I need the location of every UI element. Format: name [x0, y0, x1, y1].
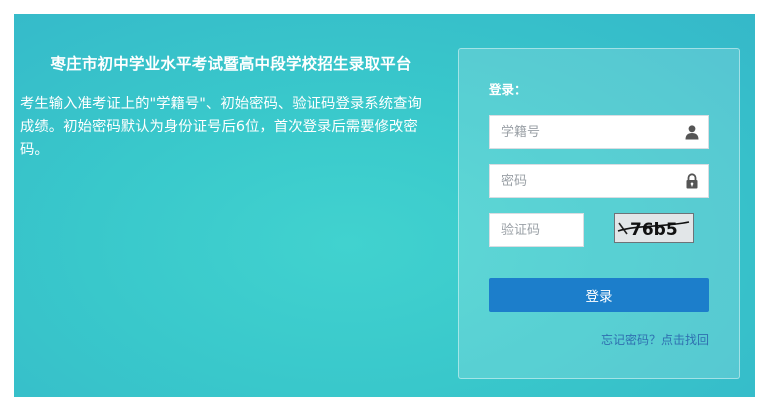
instructions-text: 考生输入准考证上的"学籍号"、初始密码、验证码登录系统查询成绩。初始密码默认为身…: [20, 96, 422, 158]
captcha-text: 76b5: [630, 220, 678, 240]
login-label: 登录：: [489, 82, 527, 97]
password-field[interactable]: [489, 164, 709, 198]
page-title: 枣庄市初中学业水平考试暨高中段学校招生录取平台: [50, 55, 412, 73]
username-field[interactable]: [489, 115, 709, 149]
login-background: 枣庄市初中学业水平考试暨高中段学校招生录取平台 考生输入准考证上的"学籍号"、初…: [14, 14, 755, 397]
username-input[interactable]: [490, 116, 708, 148]
password-input[interactable]: [490, 165, 708, 197]
forgot-password-link[interactable]: 忘记密码？点击找回: [601, 331, 709, 348]
user-icon: [684, 124, 700, 140]
captcha-input[interactable]: [490, 214, 583, 246]
captcha-field[interactable]: [489, 213, 584, 247]
login-panel: 登录： 学籍号 验证码 76b5 登录 忘记密码？点击找回: [458, 48, 740, 379]
captcha-image[interactable]: 76b5: [614, 213, 694, 243]
lock-icon: [684, 173, 700, 189]
login-button[interactable]: 登录: [489, 278, 709, 312]
